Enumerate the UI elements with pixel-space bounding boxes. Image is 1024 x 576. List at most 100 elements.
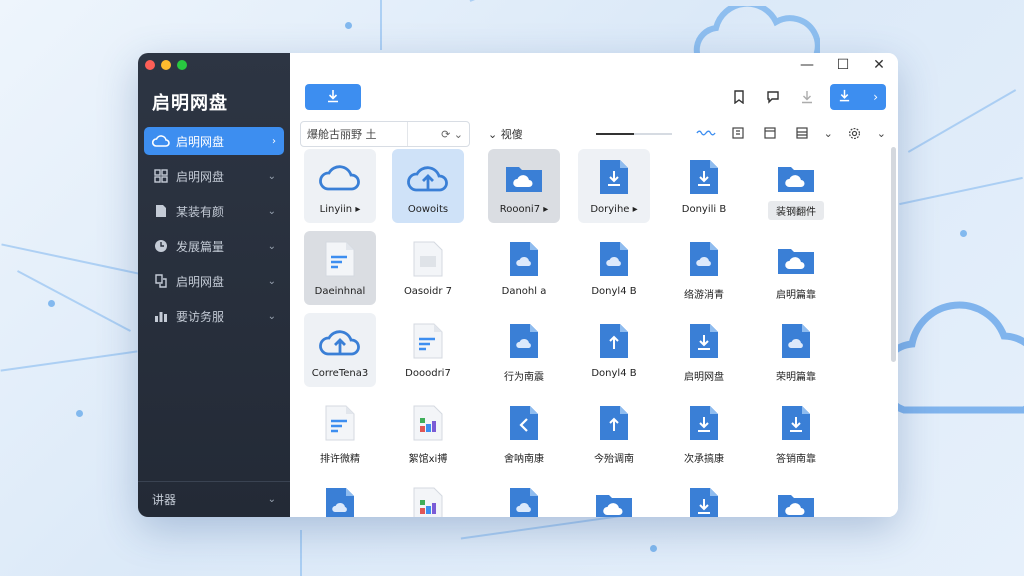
maximize-button[interactable]: ☐ bbox=[834, 57, 852, 73]
sidebar-item-shared[interactable]: 启明网盘 ⌄ bbox=[144, 267, 284, 295]
file-tile[interactable]: 次承搞康 bbox=[668, 395, 740, 469]
file-tile[interactable]: Doryihe ▸ bbox=[578, 149, 650, 223]
file-tile[interactable]: Donyl4 B bbox=[578, 231, 650, 305]
sidebar-footer[interactable]: 讲器 ⌄ bbox=[138, 481, 290, 517]
file-tile[interactable]: 答销南靠 bbox=[760, 395, 832, 469]
bg-circuit-line bbox=[300, 530, 302, 576]
search-input[interactable]: 爆舱古丽野 土 ⟳ ⌄ bbox=[300, 121, 470, 147]
file-name: 荣明篇靠 bbox=[776, 372, 816, 383]
file-tile[interactable]: Linyiin ▸ bbox=[304, 149, 376, 223]
cloud-file-icon bbox=[688, 241, 720, 277]
doc-lines-icon bbox=[412, 323, 444, 359]
file-name: 絮馆xi搏 bbox=[408, 454, 448, 465]
file-tile[interactable]: Oowoits bbox=[392, 149, 464, 223]
chevron-down-icon: ⌄ bbox=[267, 275, 276, 287]
bg-dot bbox=[48, 300, 55, 307]
view-options: ⌄ ⌄ bbox=[695, 123, 886, 143]
chevron-down-icon[interactable]: ⌄ bbox=[877, 127, 886, 140]
file-tile[interactable] bbox=[392, 477, 464, 517]
file-tile[interactable] bbox=[488, 477, 560, 517]
sidebar-item-files[interactable]: 启明网盘 ⌄ bbox=[144, 162, 284, 190]
bg-circuit-line bbox=[380, 0, 382, 50]
file-name: Roooni7 ▸ bbox=[499, 204, 549, 215]
download-file-icon bbox=[688, 159, 720, 195]
download-icon[interactable] bbox=[796, 86, 818, 108]
file-tile[interactable]: Donyili B bbox=[668, 149, 740, 223]
download-split-button[interactable]: › bbox=[830, 84, 886, 110]
toolbar-right: › bbox=[728, 84, 886, 110]
search-text: 爆舱古丽野 土 bbox=[307, 128, 377, 141]
window-controls: — ☐ ✕ bbox=[798, 57, 888, 73]
zoom-window-dot[interactable] bbox=[177, 60, 187, 70]
filter-bar: 爆舱古丽野 土 ⟳ ⌄ ⌄ 视傻 ⌄ ⌄ bbox=[300, 121, 886, 147]
file-tile[interactable] bbox=[668, 477, 740, 517]
file-tile[interactable]: 启明网盘 bbox=[668, 313, 740, 387]
file-tile[interactable]: 舍呐南康 bbox=[488, 395, 560, 469]
list-view-icon[interactable] bbox=[728, 123, 748, 143]
app-window: 启明网盘 启明网盘 › 启明网盘 ⌄ 某装有颜 ⌄ 发展篇量 ⌄ 启明网盘 ⌄ … bbox=[138, 53, 898, 517]
cloud-file-icon bbox=[324, 487, 356, 517]
cloud-file-icon bbox=[508, 487, 540, 517]
file-tile[interactable] bbox=[578, 477, 650, 517]
cloud-outline-icon bbox=[318, 159, 362, 195]
stats-icon bbox=[152, 309, 170, 323]
file-tile[interactable]: Roooni7 ▸ bbox=[488, 149, 560, 223]
file-tile[interactable]: 絮馆xi搏 bbox=[392, 395, 464, 469]
close-window-dot[interactable] bbox=[145, 60, 155, 70]
download-file-icon bbox=[598, 159, 630, 195]
file-tile[interactable]: 启明篇靠 bbox=[760, 231, 832, 305]
cloud-upload-icon bbox=[406, 159, 450, 195]
sidebar-item-recent[interactable]: 发展篇量 ⌄ bbox=[144, 232, 284, 260]
grid-icon bbox=[152, 169, 170, 183]
bookmark-icon[interactable] bbox=[728, 86, 750, 108]
close-button[interactable]: ✕ bbox=[870, 57, 888, 73]
bg-circuit-line bbox=[899, 176, 1023, 206]
file-tile[interactable]: 行为南震 bbox=[488, 313, 560, 387]
minimize-window-dot[interactable] bbox=[161, 60, 171, 70]
bg-circuit-line bbox=[469, 0, 573, 2]
sidebar-item-cloud[interactable]: 启明网盘 › bbox=[144, 127, 284, 155]
comment-icon[interactable] bbox=[762, 86, 784, 108]
file-tile[interactable]: 排许微精 bbox=[304, 395, 376, 469]
sort-label: 视傻 bbox=[500, 128, 523, 141]
file-name: 装钢翻件 bbox=[768, 201, 824, 220]
file-tile[interactable]: Donyl4 B bbox=[578, 313, 650, 387]
file-tile[interactable]: 装钢翻件 bbox=[760, 149, 832, 223]
cloud-folder-icon bbox=[775, 159, 817, 195]
minimize-button[interactable]: — bbox=[798, 57, 816, 73]
spreadsheet-icon bbox=[412, 487, 444, 517]
file-name: Donyl4 B bbox=[591, 286, 637, 297]
chevron-down-icon: ⌄ bbox=[267, 205, 276, 217]
file-tile[interactable] bbox=[760, 477, 832, 517]
file-tile[interactable]: CorreTena3 bbox=[304, 313, 376, 387]
file-tile[interactable]: 今殆调南 bbox=[578, 395, 650, 469]
file-tile[interactable]: 荣明篇靠 bbox=[760, 313, 832, 387]
file-tile[interactable]: 络游消青 bbox=[668, 231, 740, 305]
refresh-icon[interactable]: ⟳ ⌄ bbox=[441, 128, 463, 141]
scrollbar[interactable] bbox=[891, 147, 896, 362]
file-tile[interactable] bbox=[304, 477, 376, 517]
file-name: Daeinhnal bbox=[314, 286, 366, 297]
wave-icon[interactable] bbox=[695, 123, 716, 143]
file-name: 排许微精 bbox=[320, 454, 360, 465]
file-name: 次承搞康 bbox=[684, 454, 724, 465]
chevron-down-icon[interactable]: ⌄ bbox=[824, 127, 833, 140]
sidebar-item-documents[interactable]: 某装有颜 ⌄ bbox=[144, 197, 284, 225]
gallery-view-icon[interactable] bbox=[760, 123, 780, 143]
file-name: Donyili B bbox=[681, 204, 727, 215]
sort-dropdown[interactable]: ⌄ 视傻 bbox=[488, 126, 523, 142]
zoom-slider[interactable] bbox=[596, 133, 672, 135]
file-tile[interactable]: Dooodri7 bbox=[392, 313, 464, 387]
file-tile[interactable]: Danohl a bbox=[488, 231, 560, 305]
file-tile[interactable]: Daeinhnal bbox=[304, 231, 376, 305]
table-view-icon[interactable] bbox=[792, 123, 812, 143]
sidebar-item-stats[interactable]: 要访务服 ⌄ bbox=[144, 302, 284, 330]
bg-circuit-line bbox=[907, 89, 1017, 153]
chevron-down-icon: ⌄ bbox=[267, 310, 276, 322]
file-name: 启明网盘 bbox=[684, 372, 724, 383]
cloud-icon bbox=[152, 134, 170, 148]
file-tile[interactable]: Oasoidr 7 bbox=[392, 231, 464, 305]
gear-icon[interactable] bbox=[845, 123, 865, 143]
upload-button[interactable] bbox=[305, 84, 361, 110]
cloud-file-icon bbox=[508, 241, 540, 277]
